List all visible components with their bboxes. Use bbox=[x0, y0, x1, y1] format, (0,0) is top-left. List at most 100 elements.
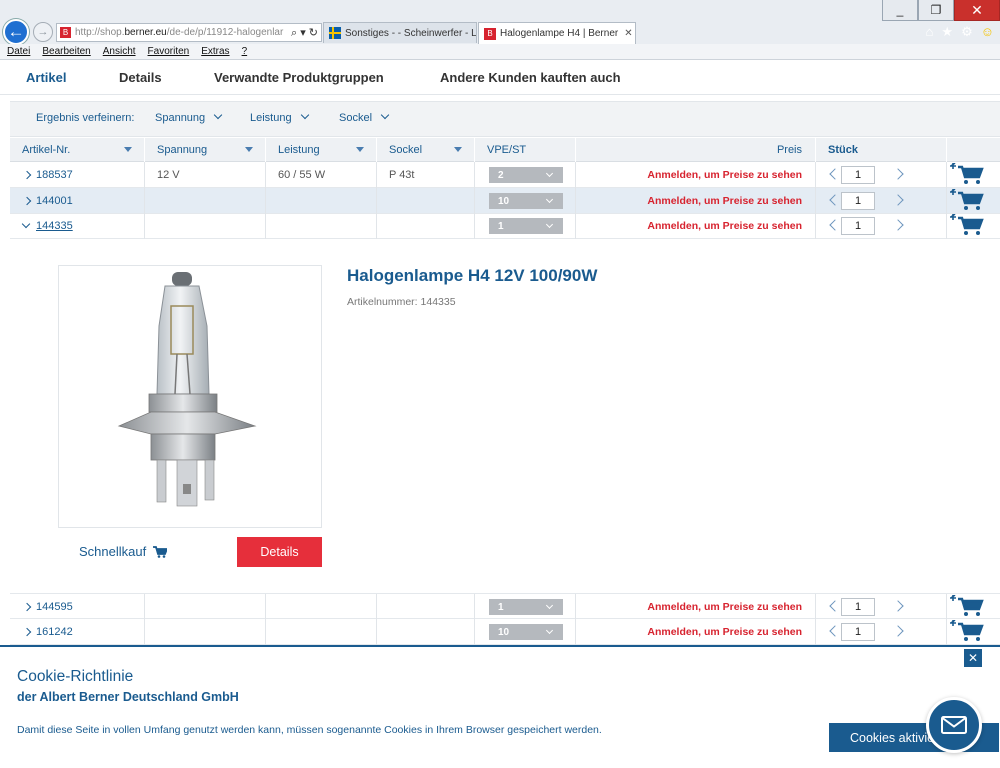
quantity-input[interactable] bbox=[841, 217, 875, 235]
chevron-down-icon bbox=[545, 220, 554, 229]
menu-ansicht[interactable]: Ansicht bbox=[103, 46, 136, 57]
article-number-link[interactable]: 144001 bbox=[10, 188, 145, 214]
quantity-input[interactable] bbox=[841, 598, 875, 616]
decrease-chevron-icon[interactable] bbox=[829, 625, 841, 637]
cell-cart bbox=[947, 162, 1000, 188]
add-to-cart-icon[interactable] bbox=[950, 214, 984, 236]
quantity-input[interactable] bbox=[841, 623, 875, 641]
cookie-close-button[interactable]: ✕ bbox=[964, 649, 982, 667]
header-leistung[interactable]: Leistung bbox=[266, 138, 377, 162]
add-to-cart-icon[interactable] bbox=[950, 620, 984, 642]
browser-menubar: Datei Bearbeiten Ansicht Favoriten Extra… bbox=[0, 44, 1000, 60]
table-row-expanded[interactable]: 144335 1 Anmelden, um Preise zu sehen bbox=[10, 213, 1000, 239]
cell-cart bbox=[947, 213, 1000, 239]
decrease-chevron-icon[interactable] bbox=[829, 168, 841, 180]
vpe-select[interactable]: 2 bbox=[489, 167, 563, 183]
browser-tab-halogenlampe[interactable]: B Halogenlampe H4 | Berner ✕ bbox=[478, 22, 636, 44]
halogen-bulb-image bbox=[117, 272, 257, 507]
header-vpe-st: VPE/ST bbox=[475, 138, 576, 162]
table-row[interactable]: 144001 10 Anmelden, um Preise zu sehen bbox=[10, 188, 1000, 214]
berner-favicon: B bbox=[484, 27, 496, 40]
home-icon[interactable]: ⌂ bbox=[926, 24, 934, 40]
increase-chevron-icon[interactable] bbox=[892, 600, 904, 612]
table-row[interactable]: 144595 1 Anmelden, um Preise zu sehen bbox=[10, 593, 1000, 620]
cell-quantity bbox=[816, 619, 947, 645]
cell-quantity bbox=[816, 213, 947, 239]
header-artikel-nr[interactable]: Artikel-Nr. bbox=[10, 138, 145, 162]
increase-chevron-icon[interactable] bbox=[892, 194, 904, 206]
product-tabs: Artikel Details Verwandte Produktgruppen… bbox=[0, 61, 1000, 95]
decrease-chevron-icon[interactable] bbox=[829, 194, 841, 206]
quantity-stepper bbox=[816, 213, 946, 239]
filter-spannung-dropdown[interactable]: Spannung bbox=[155, 110, 223, 124]
address-bar[interactable]: B http://shop.berner.eu/de-de/p/11912-ha… bbox=[56, 23, 322, 42]
tab-details[interactable]: Details bbox=[119, 70, 162, 85]
vpe-select[interactable]: 10 bbox=[489, 624, 563, 640]
smiley-feedback-icon[interactable]: ☺ bbox=[981, 24, 994, 40]
increase-chevron-icon[interactable] bbox=[892, 219, 904, 231]
quantity-input[interactable] bbox=[841, 192, 875, 210]
forward-button[interactable]: → bbox=[33, 22, 53, 42]
decrease-chevron-icon[interactable] bbox=[829, 600, 841, 612]
table-row[interactable]: 188537 12 V 60 / 55 W P 43t 2 Anmelden, … bbox=[10, 162, 1000, 188]
increase-chevron-icon[interactable] bbox=[892, 625, 904, 637]
header-stueck: Stück bbox=[816, 138, 947, 162]
cell-spannung bbox=[145, 213, 266, 239]
article-number-link[interactable]: 144335 bbox=[10, 213, 145, 239]
back-button[interactable]: ← bbox=[3, 19, 29, 45]
browser-toolbar-icons: ⌂ ★ ⚙ ☺ bbox=[926, 24, 994, 40]
favorites-star-icon[interactable]: ★ bbox=[941, 24, 953, 40]
cookie-text: Damit diese Seite in vollen Umfang genut… bbox=[17, 724, 602, 736]
cell-cart bbox=[947, 188, 1000, 214]
login-for-price-link[interactable]: Anmelden, um Preise zu sehen bbox=[576, 213, 816, 239]
cart-icon bbox=[153, 545, 168, 558]
quick-buy-link[interactable]: Schnellkauf bbox=[79, 544, 168, 559]
menu-favoriten[interactable]: Favoriten bbox=[148, 46, 190, 57]
article-number-label: Artikelnummer: 144335 bbox=[347, 296, 456, 308]
menu-bearbeiten[interactable]: Bearbeiten bbox=[42, 46, 90, 57]
article-number-link[interactable]: 161242 bbox=[10, 619, 145, 645]
window-controls: _ ❐ ✕ bbox=[882, 0, 1000, 21]
article-number-link[interactable]: 188537 bbox=[10, 162, 145, 188]
login-for-price-link[interactable]: Anmelden, um Preise zu sehen bbox=[576, 162, 816, 188]
address-search-refresh-icons[interactable]: ⌕ ▾ ↻ bbox=[287, 25, 321, 40]
menu-datei[interactable]: Datei bbox=[7, 46, 30, 57]
cell-quantity bbox=[816, 594, 947, 620]
decrease-chevron-icon[interactable] bbox=[829, 219, 841, 231]
close-window-button[interactable]: ✕ bbox=[954, 0, 1000, 21]
cell-vpe: 10 bbox=[475, 619, 576, 645]
details-button[interactable]: Details bbox=[237, 537, 322, 567]
login-for-price-link[interactable]: Anmelden, um Preise zu sehen bbox=[576, 188, 816, 214]
tab-artikel[interactable]: Artikel bbox=[26, 70, 66, 85]
product-image[interactable] bbox=[58, 265, 322, 528]
contact-mail-button[interactable] bbox=[926, 697, 982, 753]
menu-extras[interactable]: Extras bbox=[201, 46, 229, 57]
add-to-cart-icon[interactable] bbox=[950, 595, 984, 617]
sweden-flag-icon bbox=[329, 27, 341, 39]
add-to-cart-icon[interactable] bbox=[950, 163, 984, 185]
header-spannung[interactable]: Spannung bbox=[145, 138, 266, 162]
table-row[interactable]: 161242 10 Anmelden, um Preise zu sehen bbox=[10, 619, 1000, 645]
vpe-select[interactable]: 10 bbox=[489, 193, 563, 209]
vpe-select[interactable]: 1 bbox=[489, 218, 563, 234]
tab-verwandte-produktgruppen[interactable]: Verwandte Produktgruppen bbox=[214, 70, 384, 85]
close-tab-icon[interactable]: ✕ bbox=[618, 28, 632, 39]
cell-spannung bbox=[145, 188, 266, 214]
increase-chevron-icon[interactable] bbox=[892, 168, 904, 180]
vpe-select[interactable]: 1 bbox=[489, 599, 563, 615]
login-for-price-link[interactable]: Anmelden, um Preise zu sehen bbox=[576, 594, 816, 620]
add-to-cart-icon[interactable] bbox=[950, 189, 984, 211]
maximize-button[interactable]: ❐ bbox=[918, 0, 954, 21]
tab-andere-kunden[interactable]: Andere Kunden kauften auch bbox=[440, 70, 621, 85]
quantity-input[interactable] bbox=[841, 166, 875, 184]
filter-leistung-dropdown[interactable]: Leistung bbox=[250, 110, 309, 124]
settings-gear-icon[interactable]: ⚙ bbox=[961, 24, 973, 40]
minimize-button[interactable]: _ bbox=[882, 0, 918, 21]
browser-tab-sonstiges[interactable]: Sonstiges - - Scheinwerfer - Le... bbox=[323, 22, 477, 43]
login-for-price-link[interactable]: Anmelden, um Preise zu sehen bbox=[576, 619, 816, 645]
menu-help[interactable]: ? bbox=[242, 46, 248, 57]
cell-leistung bbox=[266, 213, 377, 239]
filter-sockel-dropdown[interactable]: Sockel bbox=[339, 110, 390, 124]
article-number-link[interactable]: 144595 bbox=[10, 594, 145, 620]
header-sockel[interactable]: Sockel bbox=[377, 138, 475, 162]
